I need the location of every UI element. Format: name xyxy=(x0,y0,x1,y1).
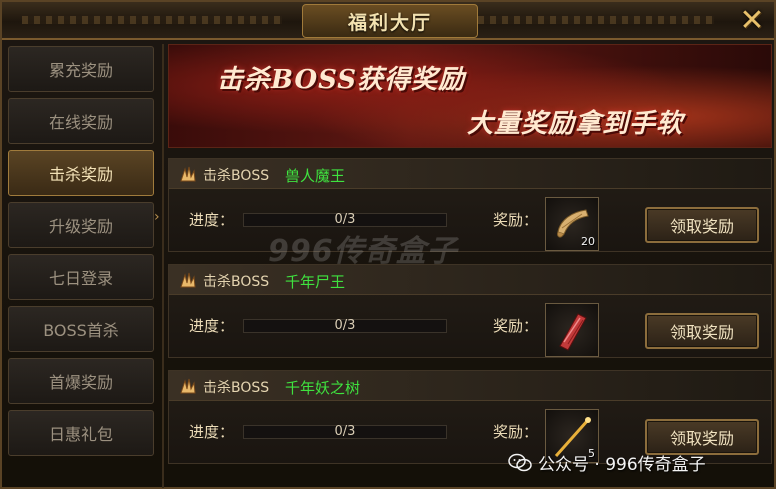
progress-text: 0/3 xyxy=(334,318,356,333)
card-header: 击杀BOSS 千年尸王 xyxy=(169,265,771,295)
sidebar-item-label: BOSS首杀 xyxy=(43,321,119,340)
claim-reward-button[interactable]: 领取奖励 xyxy=(645,207,759,243)
reward-label: 奖励： xyxy=(493,317,539,335)
claim-label: 领取奖励 xyxy=(669,217,734,236)
progress-label: 进度： xyxy=(189,423,235,441)
event-banner: 击杀BOSS获得奖励 大量奖励拿到手软 xyxy=(168,44,772,148)
sidebar-item-first-drop[interactable]: 首爆奖励 xyxy=(8,358,154,404)
red-talisman-icon xyxy=(559,313,587,351)
sidebar-item-seven-day[interactable]: 七日登录 xyxy=(8,254,154,300)
sidebar-item-label: 日惠礼包 xyxy=(48,425,113,444)
welfare-hall-window: 福利大厅 ✕ 累充奖励 在线奖励 击杀奖励 升级奖励 七日登录 BOSS首杀 首… xyxy=(0,0,776,489)
reward-item-slot[interactable]: 20 xyxy=(545,197,599,251)
main-panel: 击杀BOSS获得奖励 大量奖励拿到手软 击杀BOSS 兽人魔王 进度： 0/3 … xyxy=(162,44,774,488)
sidebar-item-label: 七日登录 xyxy=(48,269,113,288)
boss-name: 千年尸王 xyxy=(285,273,346,291)
sidebar-item-daily-pack[interactable]: 日惠礼包 xyxy=(8,410,154,456)
boss-name: 兽人魔王 xyxy=(285,167,346,185)
sidebar-item-recharge[interactable]: 累充奖励 xyxy=(8,46,154,92)
title-ornament-right xyxy=(454,16,714,24)
progress-label: 进度： xyxy=(189,317,235,335)
progress-bar: 0/3 xyxy=(243,424,447,439)
title-ornament-left xyxy=(22,16,282,24)
reward-item-slot[interactable] xyxy=(545,303,599,357)
boss-claw-icon xyxy=(180,378,196,394)
reward-label: 奖励： xyxy=(493,423,539,441)
banner-subline: 大量奖励拿到手软 xyxy=(467,109,684,139)
sidebar-item-label: 击杀奖励 xyxy=(48,165,113,184)
title-plate: 福利大厅 xyxy=(302,4,478,38)
sidebar-item-kill-reward[interactable]: 击杀奖励 xyxy=(8,150,154,196)
sidebar-item-label: 升级奖励 xyxy=(48,217,113,236)
reward-card: 击杀BOSS 千年尸王 进度： 0/3 奖励： 领取奖励 xyxy=(168,264,772,358)
reward-card: 击杀BOSS 兽人魔王 进度： 0/3 奖励： 20 领取奖励 xyxy=(168,158,772,252)
boss-label: 击杀BOSS xyxy=(203,380,270,396)
title-bar: 福利大厅 ✕ xyxy=(2,2,774,40)
sidebar-item-levelup[interactable]: 升级奖励 xyxy=(8,202,154,248)
card-header: 击杀BOSS 千年妖之树 xyxy=(169,371,771,401)
sidebar-item-label: 累充奖励 xyxy=(48,61,113,80)
banner-headline: 击杀BOSS获得奖励 xyxy=(217,65,466,95)
claim-label: 领取奖励 xyxy=(669,429,734,448)
sidebar-item-boss-first-kill[interactable]: BOSS首杀 xyxy=(8,306,154,352)
window-title: 福利大厅 xyxy=(347,11,432,34)
progress-bar: 0/3 xyxy=(243,212,447,227)
wechat-text: 公众号 · 996传奇盒子 xyxy=(538,455,706,475)
progress-label: 进度： xyxy=(189,211,235,229)
sidebar: 累充奖励 在线奖励 击杀奖励 升级奖励 七日登录 BOSS首杀 首爆奖励 日惠礼… xyxy=(8,46,160,486)
item-count: 20 xyxy=(581,235,595,248)
active-arrow-icon: › xyxy=(154,209,160,225)
boss-claw-icon xyxy=(180,272,196,288)
boss-label: 击杀BOSS xyxy=(203,274,270,290)
close-icon: ✕ xyxy=(739,3,765,38)
sidebar-item-label: 在线奖励 xyxy=(48,113,113,132)
progress-text: 0/3 xyxy=(334,424,356,439)
wechat-footer: 公众号 · 996传奇盒子 xyxy=(508,450,706,475)
progress-text: 0/3 xyxy=(334,212,356,227)
card-header: 击杀BOSS 兽人魔王 xyxy=(169,159,771,189)
boss-name: 千年妖之树 xyxy=(285,379,361,397)
close-button[interactable]: ✕ xyxy=(732,2,772,40)
boss-claw-icon xyxy=(180,166,196,182)
claim-reward-button[interactable]: 领取奖励 xyxy=(645,313,759,349)
sidebar-item-online[interactable]: 在线奖励 xyxy=(8,98,154,144)
sidebar-item-label: 首爆奖励 xyxy=(48,373,113,392)
wechat-icon xyxy=(508,453,532,471)
reward-label: 奖励： xyxy=(493,211,539,229)
progress-bar: 0/3 xyxy=(243,318,447,333)
claim-label: 领取奖励 xyxy=(669,323,734,342)
boss-label: 击杀BOSS xyxy=(203,168,270,184)
